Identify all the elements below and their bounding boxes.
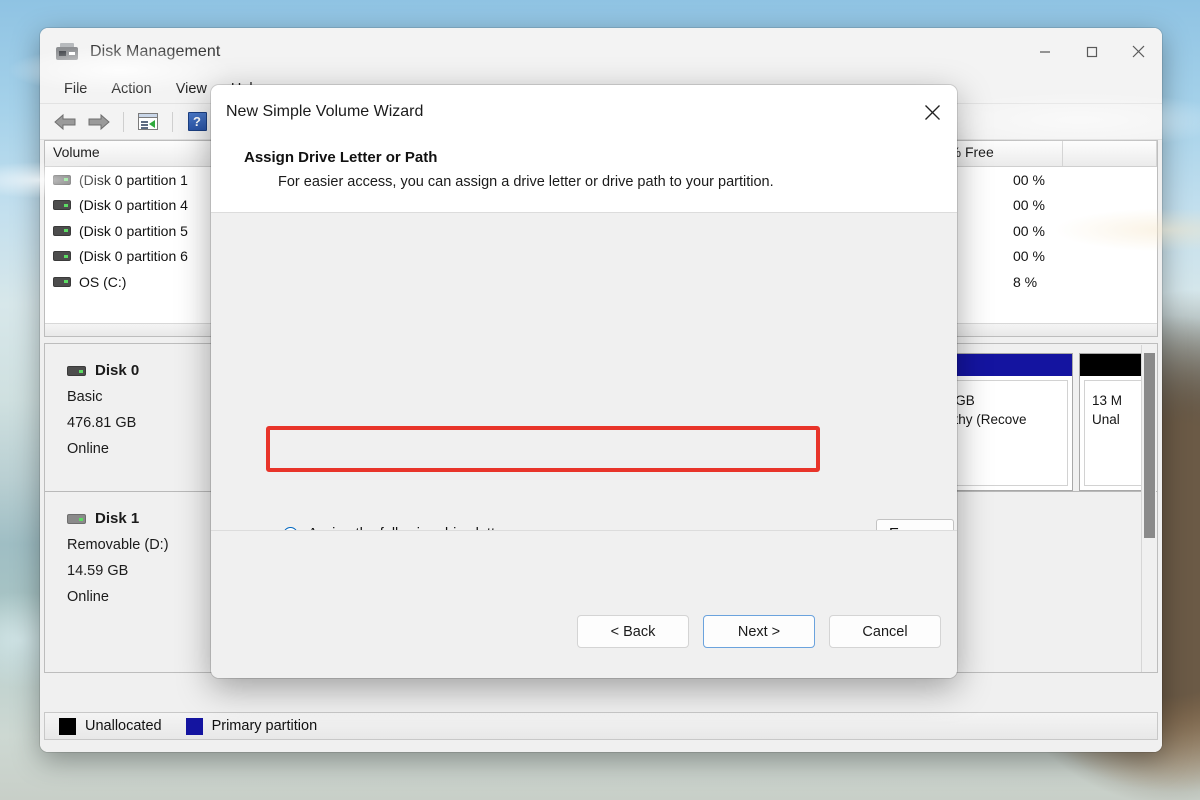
legend-label-primary: Primary partition: [211, 718, 318, 734]
highlight-annotation-box: [266, 426, 820, 472]
scrollbar-thumb[interactable]: [1144, 353, 1155, 538]
wizard-close-button[interactable]: [907, 85, 957, 139]
properties-button[interactable]: [133, 108, 163, 136]
disk-name: Disk 0: [95, 362, 140, 379]
help-icon: ?: [187, 112, 207, 131]
wizard-titlebar: New Simple Volume Wizard: [211, 85, 957, 139]
volume-pct-free: 8 %: [1013, 273, 1038, 290]
window-titlebar: Disk Management: [40, 28, 1162, 75]
volume-name: (Disk 0 partition 1: [79, 171, 188, 188]
disk-title-0: Disk 0: [67, 358, 212, 384]
disk-status: Online: [67, 589, 109, 605]
wizard-button-row: < Back Next > Cancel: [577, 615, 941, 648]
removable-drive-icon: [67, 514, 86, 524]
legend-label-unallocated: Unallocated: [85, 718, 162, 734]
disk-title-1: Disk 1: [67, 506, 212, 532]
maximize-button[interactable]: [1068, 28, 1115, 75]
volume-pct-free: 00 %: [1013, 197, 1045, 214]
menu-item-file[interactable]: File: [52, 78, 99, 100]
volume-name: (Disk 0 partition 4: [79, 197, 188, 214]
legend-item-primary: Primary partition: [185, 717, 318, 735]
wizard-header: Assign Drive Letter or Path For easier a…: [211, 139, 957, 213]
disk-drive-icon: [56, 42, 78, 61]
window-title: Disk Management: [90, 42, 221, 60]
legend-bar: Unallocated Primary partition: [44, 712, 1158, 740]
toolbar-separator: [123, 111, 124, 132]
next-button[interactable]: Next >: [703, 615, 815, 648]
partition-body: 13 M Unal: [1084, 380, 1142, 486]
disk-name: Disk 1: [95, 510, 140, 527]
volume-pct-free: 00 %: [1013, 171, 1045, 188]
disk-info-1: Disk 1 Removable (D:) 14.59 GB Online: [45, 492, 213, 640]
close-button[interactable]: [1115, 28, 1162, 75]
back-button[interactable]: [50, 108, 80, 136]
partition-capacity-bar: [1080, 354, 1146, 376]
drive-icon: [53, 174, 71, 185]
wizard-subheading: For easier access, you can assign a driv…: [278, 174, 774, 190]
forward-button[interactable]: [84, 108, 114, 136]
volume-name: OS (C:): [79, 273, 127, 290]
drive-icon: [53, 251, 71, 262]
disk-status: Online: [67, 441, 109, 457]
drive-icon: [67, 366, 86, 376]
legend-swatch-unallocated: [59, 717, 76, 735]
desktop-wallpaper: Disk Management File Action View Help: [0, 0, 1200, 800]
legend-swatch-primary: [185, 717, 203, 735]
partition-unallocated[interactable]: 13 M Unal: [1079, 353, 1147, 491]
column-header-blank-2[interactable]: [1063, 141, 1157, 166]
wizard-heading: Assign Drive Letter or Path: [244, 149, 438, 166]
legend-item-unallocated: Unallocated: [59, 717, 162, 735]
volume-pct-free: 00 %: [1013, 248, 1045, 265]
partition-size: 13 M: [1092, 393, 1123, 408]
volume-name: (Disk 0 partition 5: [79, 222, 188, 239]
toolbar-separator: [172, 111, 173, 132]
drive-icon: [53, 200, 71, 211]
column-header-pct-free[interactable]: % Free: [941, 141, 1063, 166]
volume-pct-free: 00 %: [1013, 222, 1045, 239]
disk-size: 14.59 GB: [67, 563, 129, 579]
properties-icon: [138, 113, 158, 130]
help-button[interactable]: ?: [182, 108, 212, 136]
disk-size: 476.81 GB: [67, 415, 137, 431]
cancel-button[interactable]: Cancel: [829, 615, 941, 648]
window-controls: [1021, 28, 1162, 75]
menu-item-action[interactable]: Action: [99, 78, 163, 100]
new-simple-volume-wizard-dialog: New Simple Volume Wizard Assign Drive Le…: [211, 85, 957, 678]
volume-name: (Disk 0 partition 6: [79, 248, 188, 265]
minimize-button[interactable]: [1021, 28, 1068, 75]
disk-panel-vertical-scrollbar[interactable]: [1141, 345, 1156, 672]
disk-type: Removable (D:): [67, 537, 169, 553]
drive-icon: [53, 225, 71, 236]
back-button[interactable]: < Back: [577, 615, 689, 648]
drive-icon: [53, 276, 71, 287]
partition-status: Unal: [1092, 412, 1120, 427]
wizard-title: New Simple Volume Wizard: [226, 103, 424, 120]
disk-info-0: Disk 0 Basic 476.81 GB Online: [45, 344, 213, 491]
wizard-footer: < Back Next > Cancel: [211, 530, 957, 678]
disk-type: Basic: [67, 389, 103, 405]
